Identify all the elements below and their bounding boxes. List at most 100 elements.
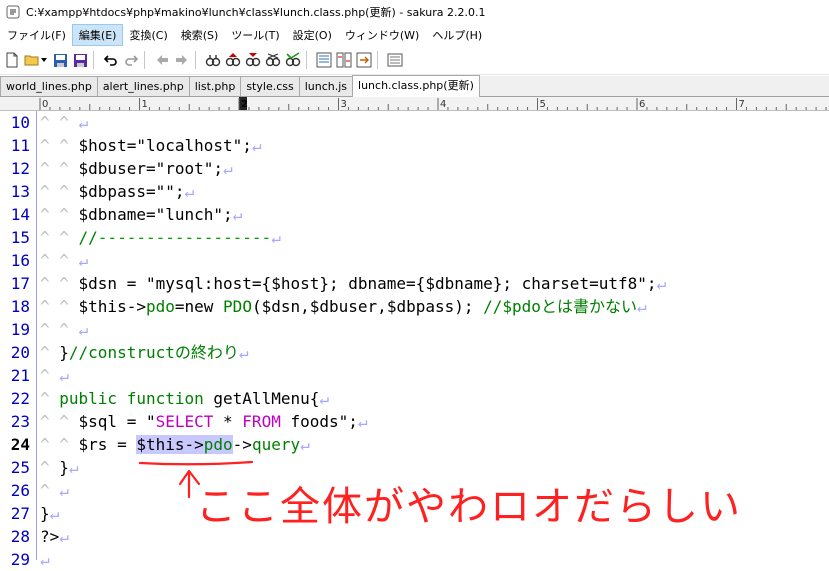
menu-item[interactable]: ヘルプ(H) bbox=[426, 25, 488, 45]
line-number: 17 bbox=[10, 274, 30, 293]
window-title: C:¥xampp¥htdocs¥php¥makino¥lunch¥class¥l… bbox=[26, 6, 486, 19]
menu-item[interactable]: 編集(E) bbox=[71, 24, 124, 46]
code-line[interactable]: ^ ^ $dbname="lunch";↵ bbox=[40, 203, 242, 226]
open-folder-icon[interactable] bbox=[24, 52, 40, 68]
newline-marker: ↵ bbox=[59, 481, 69, 500]
tab-marker: ^ bbox=[40, 458, 60, 477]
line-number: 11 bbox=[10, 136, 30, 155]
newline-marker: ↵ bbox=[300, 435, 310, 454]
line-number: 18 bbox=[10, 297, 30, 316]
tab-marker: ^ ^ bbox=[40, 182, 79, 201]
code-line[interactable]: ^ ^ $rs = $this->pdo->query↵ bbox=[40, 433, 310, 456]
code-token: public bbox=[59, 389, 118, 408]
newline-marker: ↵ bbox=[636, 297, 647, 316]
tab-marker: ^ ^ bbox=[40, 435, 79, 454]
code-token: =new bbox=[174, 297, 224, 316]
code-line[interactable]: ^ public function getAllMenu{↵ bbox=[40, 387, 329, 410]
search-next-icon[interactable] bbox=[245, 52, 261, 68]
file-tab[interactable]: list.php bbox=[188, 76, 242, 96]
newline-marker: ↵ bbox=[184, 182, 195, 201]
line-number: 16 bbox=[10, 251, 30, 270]
code-line[interactable]: ^ ↵ bbox=[40, 479, 69, 502]
line-number: 26 bbox=[10, 481, 30, 500]
file-tab[interactable]: lunch.js bbox=[298, 76, 354, 96]
tab-marker: ^ ^ bbox=[40, 412, 79, 431]
save-as-icon[interactable] bbox=[72, 52, 88, 68]
tag-jump-icon[interactable] bbox=[356, 52, 372, 68]
code-line[interactable]: ^ }//constructの終わり↵ bbox=[40, 341, 249, 364]
code-token: $dsn = "mysql:host={$host}; dbname={$dbn… bbox=[78, 274, 657, 293]
redo-icon[interactable] bbox=[123, 52, 139, 68]
gutter-divider bbox=[36, 111, 37, 560]
code-line[interactable]: ^ ^ $dsn = "mysql:host={$host}; dbname={… bbox=[40, 272, 666, 295]
search-icon[interactable] bbox=[205, 52, 221, 68]
ruler-label: 2 bbox=[241, 99, 248, 110]
replace-icon[interactable] bbox=[265, 52, 281, 68]
newline-marker: ↵ bbox=[251, 136, 262, 155]
line-number: 23 bbox=[10, 412, 30, 431]
newline-marker: ↵ bbox=[232, 205, 243, 224]
code-line[interactable]: ?>↵ bbox=[40, 525, 69, 548]
ruler-ticks: 0 1 2 3 4 5 6 7 bbox=[39, 97, 827, 110]
code-token: // bbox=[78, 228, 98, 247]
line-number: 21 bbox=[10, 366, 30, 385]
newline-marker: ↵ bbox=[59, 527, 69, 546]
code-token: $dbuser="root"; bbox=[78, 159, 224, 178]
newline-marker: ↵ bbox=[78, 251, 89, 270]
search-prev-icon[interactable] bbox=[225, 52, 241, 68]
code-line[interactable]: ^ ^ //------------------↵ bbox=[40, 226, 281, 249]
settings-icon[interactable] bbox=[387, 52, 403, 68]
code-token: } bbox=[59, 458, 69, 477]
line-number: 24 bbox=[10, 435, 30, 454]
newline-marker: ↵ bbox=[78, 113, 89, 132]
code-line[interactable]: ^ ^ ↵ bbox=[40, 249, 88, 272]
grep-icon[interactable] bbox=[285, 52, 301, 68]
toolbar-separator bbox=[93, 51, 94, 69]
toolbar bbox=[0, 46, 829, 75]
menu-item[interactable]: ファイル(F) bbox=[1, 25, 72, 45]
jump-forward-icon[interactable] bbox=[174, 52, 190, 68]
compare-icon[interactable] bbox=[336, 52, 352, 68]
open-dropdown-icon[interactable] bbox=[40, 52, 48, 68]
code-line[interactable]: ^ ^ $dbpass="";↵ bbox=[40, 180, 194, 203]
tab-marker: ^ ^ bbox=[40, 251, 79, 270]
code-line[interactable]: ^ ^ $sql = "SELECT * FROM foods";↵ bbox=[40, 410, 368, 433]
code-line[interactable]: ^ }↵ bbox=[40, 456, 79, 479]
menu-item[interactable]: 変換(C) bbox=[123, 25, 173, 45]
code-token: $this-> bbox=[78, 297, 146, 316]
code-token: $host="localhost"; bbox=[78, 136, 252, 155]
file-tab[interactable]: world_lines.php bbox=[0, 76, 98, 96]
tab-marker: ^ ^ bbox=[40, 320, 79, 339]
code-token: query bbox=[251, 435, 301, 454]
code-token: //$pdoとは書かない bbox=[483, 297, 637, 316]
file-tab[interactable]: lunch.class.php(更新) bbox=[352, 75, 480, 97]
code-line[interactable]: ^ ^ ↵ bbox=[40, 111, 88, 134]
menu-item[interactable]: ウィンドウ(W) bbox=[339, 25, 425, 45]
menu-item[interactable]: 設定(O) bbox=[287, 25, 338, 45]
save-icon[interactable] bbox=[52, 52, 68, 68]
undo-icon[interactable] bbox=[103, 52, 119, 68]
tab-marker: ^ ^ bbox=[40, 159, 79, 178]
file-tab[interactable]: alert_lines.php bbox=[96, 76, 190, 96]
outline-icon[interactable] bbox=[316, 52, 332, 68]
menu-item[interactable]: ツール(T) bbox=[225, 25, 285, 45]
newline-marker: ↵ bbox=[319, 389, 329, 408]
jump-back-icon[interactable] bbox=[154, 52, 170, 68]
title-bar: C:¥xampp¥htdocs¥php¥makino¥lunch¥class¥l… bbox=[0, 0, 829, 24]
newline-marker: ↵ bbox=[78, 320, 89, 339]
code-line[interactable]: ^ ^ $dbuser="root";↵ bbox=[40, 157, 233, 180]
toolbar-separator bbox=[144, 51, 145, 69]
menu-item[interactable]: 検索(S) bbox=[175, 25, 225, 45]
ruler-label: 1 bbox=[142, 99, 148, 110]
code-line[interactable]: ^ ^ ↵ bbox=[40, 318, 88, 341]
code-token: pdo bbox=[203, 435, 233, 454]
code-line[interactable]: ^ ^ $this->pdo=new PDO($dsn,$dbuser,$dbp… bbox=[40, 295, 647, 318]
code-line[interactable]: ^ ^ $host="localhost";↵ bbox=[40, 134, 262, 157]
file-tab[interactable]: style.css bbox=[240, 76, 300, 96]
tab-marker: ^ ^ bbox=[40, 113, 79, 132]
code-line[interactable]: ^ ↵ bbox=[40, 364, 69, 387]
line-number: 20 bbox=[10, 343, 30, 362]
code-line[interactable]: }↵ bbox=[40, 502, 59, 525]
new-file-icon[interactable] bbox=[4, 52, 20, 68]
